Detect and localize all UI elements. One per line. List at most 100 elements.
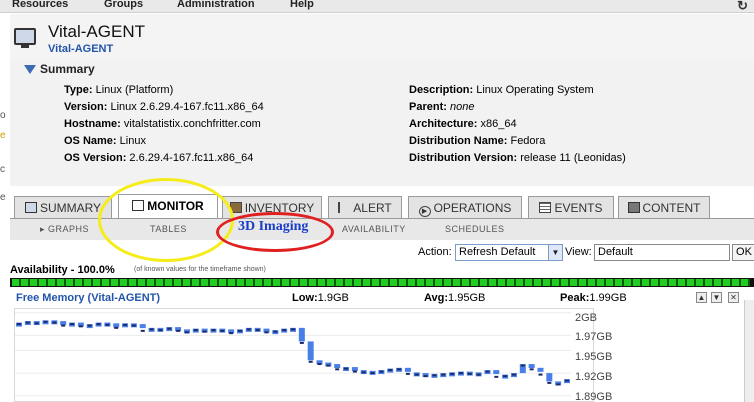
chart-title[interactable]: Free Memory (Vital-AGENT) (16, 292, 160, 304)
data-point-bar[interactable] (546, 373, 553, 382)
data-point-avg (397, 368, 402, 371)
data-point-avg (273, 330, 278, 333)
refresh-icon[interactable]: ↻ (737, 0, 748, 14)
subtab-label: GRAPHS (48, 224, 90, 234)
data-point-bar[interactable] (298, 327, 305, 342)
data-point-bar[interactable] (113, 323, 120, 328)
data-point-avg (388, 369, 393, 372)
subtab-graphs[interactable]: ▸ GRAPHS (40, 224, 89, 235)
y-tick-label: 1.92GB (575, 371, 613, 383)
menu-help[interactable]: Help (290, 0, 314, 10)
data-point-avg (43, 320, 48, 323)
data-point-avg (87, 324, 92, 327)
tab-label: OPERATIONS (433, 201, 512, 215)
subtab-availability[interactable]: AVAILABILITY (342, 224, 406, 234)
tab-operations[interactable]: ▶ OPERATIONS (408, 196, 522, 218)
y-tick-label: 2GB (575, 312, 598, 324)
chart-avg: Avg:1.95GB (424, 292, 486, 304)
data-point-avg (565, 379, 569, 382)
data-point-bar[interactable] (351, 367, 358, 372)
availability-label: Availability - 100.0% (10, 264, 115, 276)
data-point-avg (264, 331, 269, 334)
data-point-avg (255, 329, 260, 332)
data-point-avg (291, 328, 295, 331)
summary-type: Type: Linux (Platform) (64, 84, 174, 96)
summary-toggle[interactable]: Summary (24, 62, 95, 76)
action-select-value: Refresh Default (459, 246, 536, 258)
vertical-scrollbar[interactable] (744, 300, 754, 402)
data-point-avg (61, 324, 66, 327)
data-point-avg (220, 329, 225, 332)
move-down-icon[interactable]: ▼ (711, 292, 722, 303)
data-point-avg (370, 372, 375, 375)
resource-subtitle-link[interactable]: Vital-AGENT (48, 43, 113, 55)
data-point-bar[interactable] (307, 341, 314, 361)
chart-low: Low:1.9GB (292, 292, 349, 304)
data-point-avg (167, 327, 172, 330)
tab-events[interactable]: EVENTS (528, 196, 614, 218)
data-point-bar[interactable] (493, 370, 500, 375)
view-input[interactable]: Default (594, 244, 730, 261)
data-point-bar[interactable] (528, 364, 535, 369)
top-menubar: Resources Groups Administration Help ↻ (0, 0, 754, 13)
data-point-avg (344, 367, 349, 370)
y-tick-label: 1.95GB (575, 351, 613, 363)
data-point-avg (441, 373, 446, 376)
data-point-bar[interactable] (60, 321, 67, 326)
availability-note: (of known values for the timeframe shown… (134, 266, 266, 273)
tab-label: CONTENT (642, 201, 701, 215)
subtab-schedules[interactable]: SCHEDULES (445, 224, 505, 234)
calendar-icon (539, 202, 552, 213)
summary-os-version: OS Version: 2.6.29.4-167.fc11.x86_64 (64, 152, 254, 164)
clipped-text: o (0, 110, 6, 121)
data-point-bar[interactable] (334, 364, 341, 369)
data-point-avg (485, 370, 490, 373)
menu-resources[interactable]: Resources (12, 0, 68, 10)
summary-parent: Parent: none (409, 101, 475, 113)
summary-version: Version: Linux 2.6.29.4-167.fc11.x86_64 (64, 101, 264, 113)
chart-header: Free Memory (Vital-AGENT) Low:1.9GB Avg:… (10, 290, 754, 306)
close-icon[interactable]: ✕ (728, 292, 739, 303)
ok-button[interactable]: OK (732, 244, 754, 261)
data-point-avg (176, 329, 181, 332)
tab-summary[interactable]: SUMMARY (14, 196, 112, 218)
data-point-avg (326, 364, 331, 367)
data-point-avg (131, 324, 136, 327)
resource-header: Vital-AGENT Vital-AGENT (10, 14, 754, 60)
data-point-avg (450, 372, 455, 375)
data-point-avg (211, 329, 216, 332)
data-point-avg (237, 329, 242, 332)
data-point-avg (34, 322, 39, 325)
action-label: Action: (418, 246, 452, 258)
data-point-avg (184, 331, 189, 334)
data-point-avg (467, 372, 472, 375)
menu-administration[interactable]: Administration (177, 0, 255, 10)
data-point-avg (114, 326, 119, 329)
flag-icon (338, 202, 350, 213)
data-point-avg (229, 332, 234, 335)
availability-cells (12, 279, 750, 286)
data-point-avg (149, 328, 154, 331)
action-select[interactable]: Refresh Default ▼ (455, 244, 563, 261)
collapse-triangle-icon (24, 65, 36, 74)
availability-header: Availability - 100.0% (of known values f… (10, 264, 754, 276)
data-point-avg (105, 323, 110, 326)
y-tick-label: 1.89GB (575, 391, 613, 402)
data-point-avg (317, 363, 322, 366)
data-point-avg (538, 373, 543, 376)
data-point-bar[interactable] (139, 324, 146, 329)
annotation-text: 3D Imaging (238, 219, 309, 234)
play-icon: ▶ (418, 206, 431, 217)
left-clipped-panel: o e c e (0, 14, 10, 204)
tab-content[interactable]: CONTENT (618, 196, 710, 218)
chart-peak: Peak:1.99GB (560, 292, 627, 304)
chevron-down-icon[interactable]: ▼ (548, 245, 562, 260)
move-up-icon[interactable]: ▲ (696, 292, 707, 303)
summary-distribution-version: Distribution Version: release 11 (Leonid… (409, 152, 626, 164)
data-point-bar[interactable] (404, 367, 411, 372)
menu-groups[interactable]: Groups (104, 0, 143, 10)
data-point-bar[interactable] (537, 367, 544, 372)
data-point-avg (96, 323, 101, 326)
tab-label: ALERT (353, 201, 392, 215)
tab-alert[interactable]: ALERT (328, 196, 402, 218)
